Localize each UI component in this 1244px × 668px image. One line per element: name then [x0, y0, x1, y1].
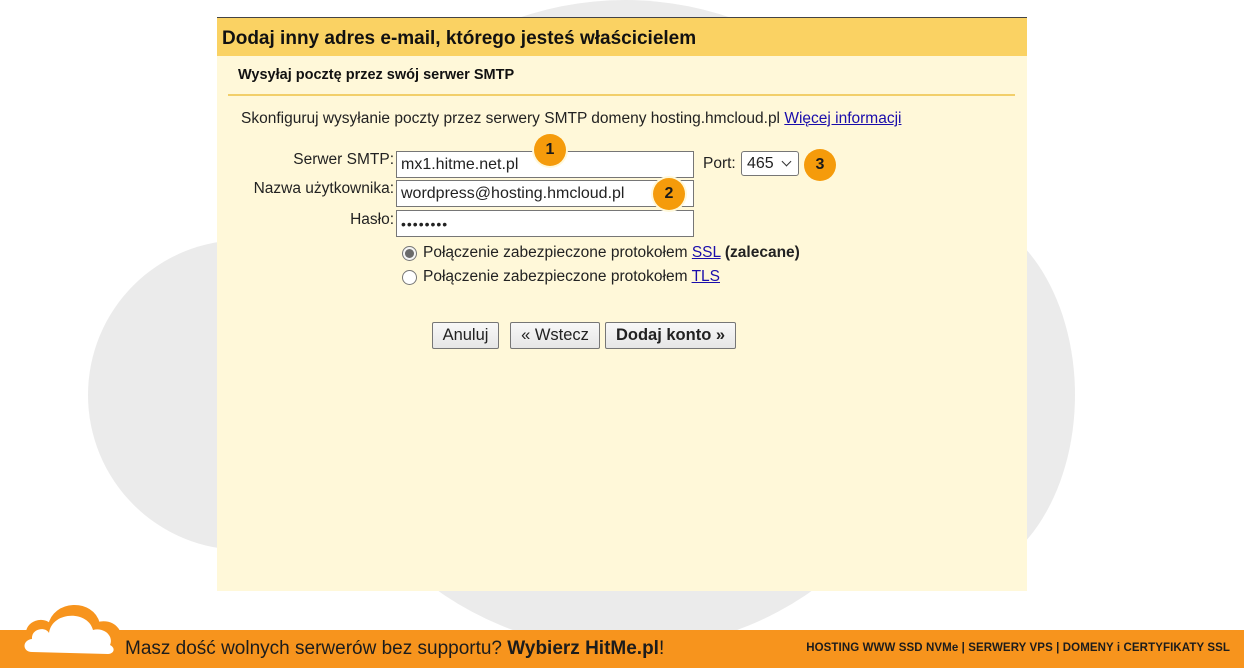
- ssl-option[interactable]: Połączenie zabezpieczone protokołem SSL …: [402, 244, 800, 262]
- tls-radio[interactable]: [402, 269, 417, 285]
- username-input[interactable]: [396, 180, 694, 207]
- username-label: Nazwa użytkownika:: [253, 180, 394, 197]
- footer-message: Masz dość wolnych serwerów bez supportu?…: [125, 638, 664, 660]
- cloud-logo-icon: [17, 605, 124, 663]
- tls-option-text: Połączenie zabezpieczone protokołem: [423, 268, 688, 285]
- password-label: Hasło:: [350, 211, 394, 228]
- ssl-option-label: Połączenie zabezpieczone protokołem SSL …: [423, 244, 800, 262]
- dialog-subtitle: Wysyłaj pocztę przez swój serwer SMTP: [238, 67, 515, 83]
- dialog-description: Skonfiguruj wysyłanie poczty przez serwe…: [241, 110, 901, 128]
- description-text: Skonfiguruj wysyłanie poczty przez serwe…: [241, 110, 781, 127]
- more-info-link[interactable]: Więcej informacji: [784, 110, 901, 127]
- tls-option[interactable]: Połączenie zabezpieczone protokołem TLS: [402, 268, 720, 286]
- ssl-radio[interactable]: [402, 245, 417, 261]
- password-input[interactable]: [396, 210, 694, 237]
- tls-link[interactable]: TLS: [692, 268, 720, 285]
- footer-message-suffix: !: [658, 638, 665, 659]
- page: Dodaj inny adres e-mail, którego jesteś …: [0, 0, 1244, 668]
- step-badge-2: 2: [653, 178, 685, 210]
- footer-message-text: Masz dość wolnych serwerów bez supportu?: [125, 638, 503, 659]
- ssl-link[interactable]: SSL: [692, 244, 721, 261]
- tls-option-label: Połączenie zabezpieczone protokołem TLS: [423, 268, 720, 286]
- add-account-button[interactable]: Dodaj konto »: [605, 322, 736, 349]
- smtp-server-label: Serwer SMTP:: [293, 151, 394, 168]
- footer-services: HOSTING WWW SSD NVMe | SERWERY VPS | DOM…: [806, 642, 1230, 654]
- ssl-option-text: Połączenie zabezpieczone protokołem: [423, 244, 688, 261]
- port-label: Port:: [703, 155, 736, 172]
- port-value: 465: [747, 154, 774, 172]
- add-email-dialog: Dodaj inny adres e-mail, którego jesteś …: [217, 17, 1027, 591]
- step-badge-3: 3: [804, 149, 836, 181]
- port-select[interactable]: 465: [741, 151, 799, 176]
- chevron-down-icon: [781, 156, 792, 167]
- back-button[interactable]: « Wstecz: [510, 322, 600, 349]
- step-badge-1: 1: [534, 134, 566, 166]
- cancel-button[interactable]: Anuluj: [432, 322, 499, 349]
- ssl-recommended-label: (zalecane): [724, 244, 800, 261]
- footer-cta: Wybierz HitMe.pl: [507, 638, 659, 659]
- promo-footer-bar: Masz dość wolnych serwerów bez supportu?…: [0, 630, 1244, 668]
- divider: [228, 94, 1015, 96]
- dialog-title: Dodaj inny adres e-mail, którego jesteś …: [217, 18, 1027, 56]
